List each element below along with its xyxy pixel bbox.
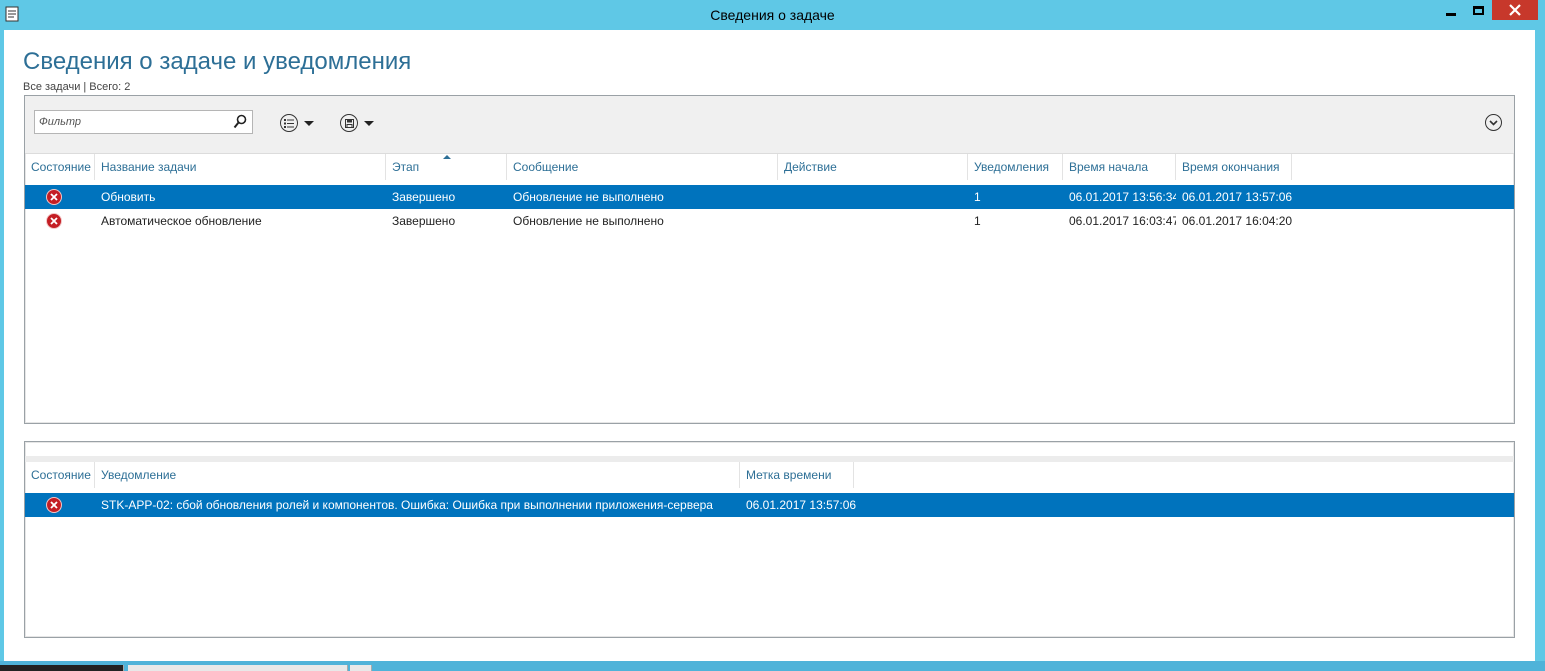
filter-input[interactable] bbox=[39, 114, 229, 130]
notification-text: STK-APP-02: сбой обновления ролей и комп… bbox=[101, 498, 713, 512]
task-name: Обновить bbox=[101, 190, 156, 204]
maximize-button[interactable] bbox=[1465, 0, 1491, 20]
expand-button[interactable] bbox=[1485, 114, 1502, 131]
save-icon bbox=[340, 114, 358, 132]
error-icon bbox=[46, 189, 62, 205]
chevron-down-icon bbox=[304, 120, 314, 126]
task-message: Обновление не выполнено bbox=[513, 190, 664, 204]
maximize-icon bbox=[1472, 5, 1484, 15]
error-icon bbox=[46, 497, 62, 513]
minimize-icon bbox=[1446, 12, 1456, 16]
task-notifications: 1 bbox=[974, 214, 981, 228]
minimize-button[interactable] bbox=[1438, 0, 1464, 20]
taskbar-segment bbox=[128, 665, 348, 671]
expand-icon bbox=[1489, 119, 1498, 126]
sort-ascending-icon bbox=[443, 155, 451, 159]
column-status[interactable]: Состояние bbox=[25, 462, 95, 488]
close-icon bbox=[1509, 4, 1521, 16]
tasks-toolbar bbox=[25, 96, 1514, 154]
column-stage-label: Этап bbox=[392, 160, 420, 174]
task-stage: Завершено bbox=[392, 214, 456, 228]
taskbar-segment bbox=[350, 665, 372, 671]
error-icon bbox=[46, 213, 62, 229]
task-row[interactable]: Обновить Завершено Обновление не выполне… bbox=[25, 185, 1514, 209]
window-client: Сведения о задаче и уведомления Все зада… bbox=[4, 30, 1535, 661]
notification-row[interactable]: STK-APP-02: сбой обновления ролей и комп… bbox=[25, 493, 1514, 517]
column-end-time[interactable]: Время окончания bbox=[1176, 154, 1292, 180]
tasks-panel: Состояние Название задачи Этап Сообщение… bbox=[24, 95, 1515, 424]
task-row[interactable]: Автоматическое обновление Завершено Обно… bbox=[25, 209, 1514, 233]
task-end-time: 06.01.2017 13:57:06 bbox=[1182, 190, 1292, 204]
task-name: Автоматическое обновление bbox=[101, 214, 262, 228]
column-notification[interactable]: Уведомление bbox=[95, 462, 740, 488]
view-options-button[interactable] bbox=[280, 112, 314, 134]
column-start-time[interactable]: Время начала bbox=[1063, 154, 1176, 180]
notifications-panel: Состояние Уведомление Метка времени STK-… bbox=[24, 441, 1515, 638]
page-title: Сведения о задаче и уведомления bbox=[23, 48, 412, 75]
column-timestamp[interactable]: Метка времени bbox=[740, 462, 854, 488]
save-query-button[interactable] bbox=[340, 112, 374, 134]
task-stage: Завершено bbox=[392, 190, 456, 204]
column-action[interactable]: Действие bbox=[778, 154, 968, 180]
task-notifications: 1 bbox=[974, 190, 981, 204]
taskbar-strip bbox=[0, 661, 1545, 671]
window-title: Сведения о задаче bbox=[710, 7, 835, 23]
column-message[interactable]: Сообщение bbox=[507, 154, 778, 180]
task-end-time: 06.01.2017 16:04:20 bbox=[1182, 214, 1292, 228]
title-bar: Сведения о задаче bbox=[0, 0, 1545, 30]
list-options-icon bbox=[280, 114, 298, 132]
column-status[interactable]: Состояние bbox=[25, 154, 95, 180]
notification-timestamp: 06.01.2017 13:57:06 bbox=[746, 498, 857, 512]
task-message: Обновление не выполнено bbox=[513, 214, 664, 228]
taskbar-segment bbox=[0, 665, 124, 671]
column-task-name[interactable]: Название задачи bbox=[95, 154, 386, 180]
task-start-time: 06.01.2017 13:56:34 bbox=[1069, 190, 1176, 204]
task-count-subtitle: Все задачи | Всего: 2 bbox=[23, 81, 131, 93]
column-notifications[interactable]: Уведомления bbox=[968, 154, 1063, 180]
search-icon[interactable] bbox=[233, 114, 247, 130]
close-button[interactable] bbox=[1492, 0, 1538, 20]
notifications-column-header: Состояние Уведомление Метка времени bbox=[25, 462, 1514, 488]
task-start-time: 06.01.2017 16:03:47 bbox=[1069, 214, 1176, 228]
chevron-down-icon bbox=[364, 120, 374, 126]
filter-box[interactable] bbox=[34, 110, 253, 134]
column-stage[interactable]: Этап bbox=[386, 154, 507, 180]
tasks-column-header: Состояние Название задачи Этап Сообщение… bbox=[25, 154, 1514, 180]
